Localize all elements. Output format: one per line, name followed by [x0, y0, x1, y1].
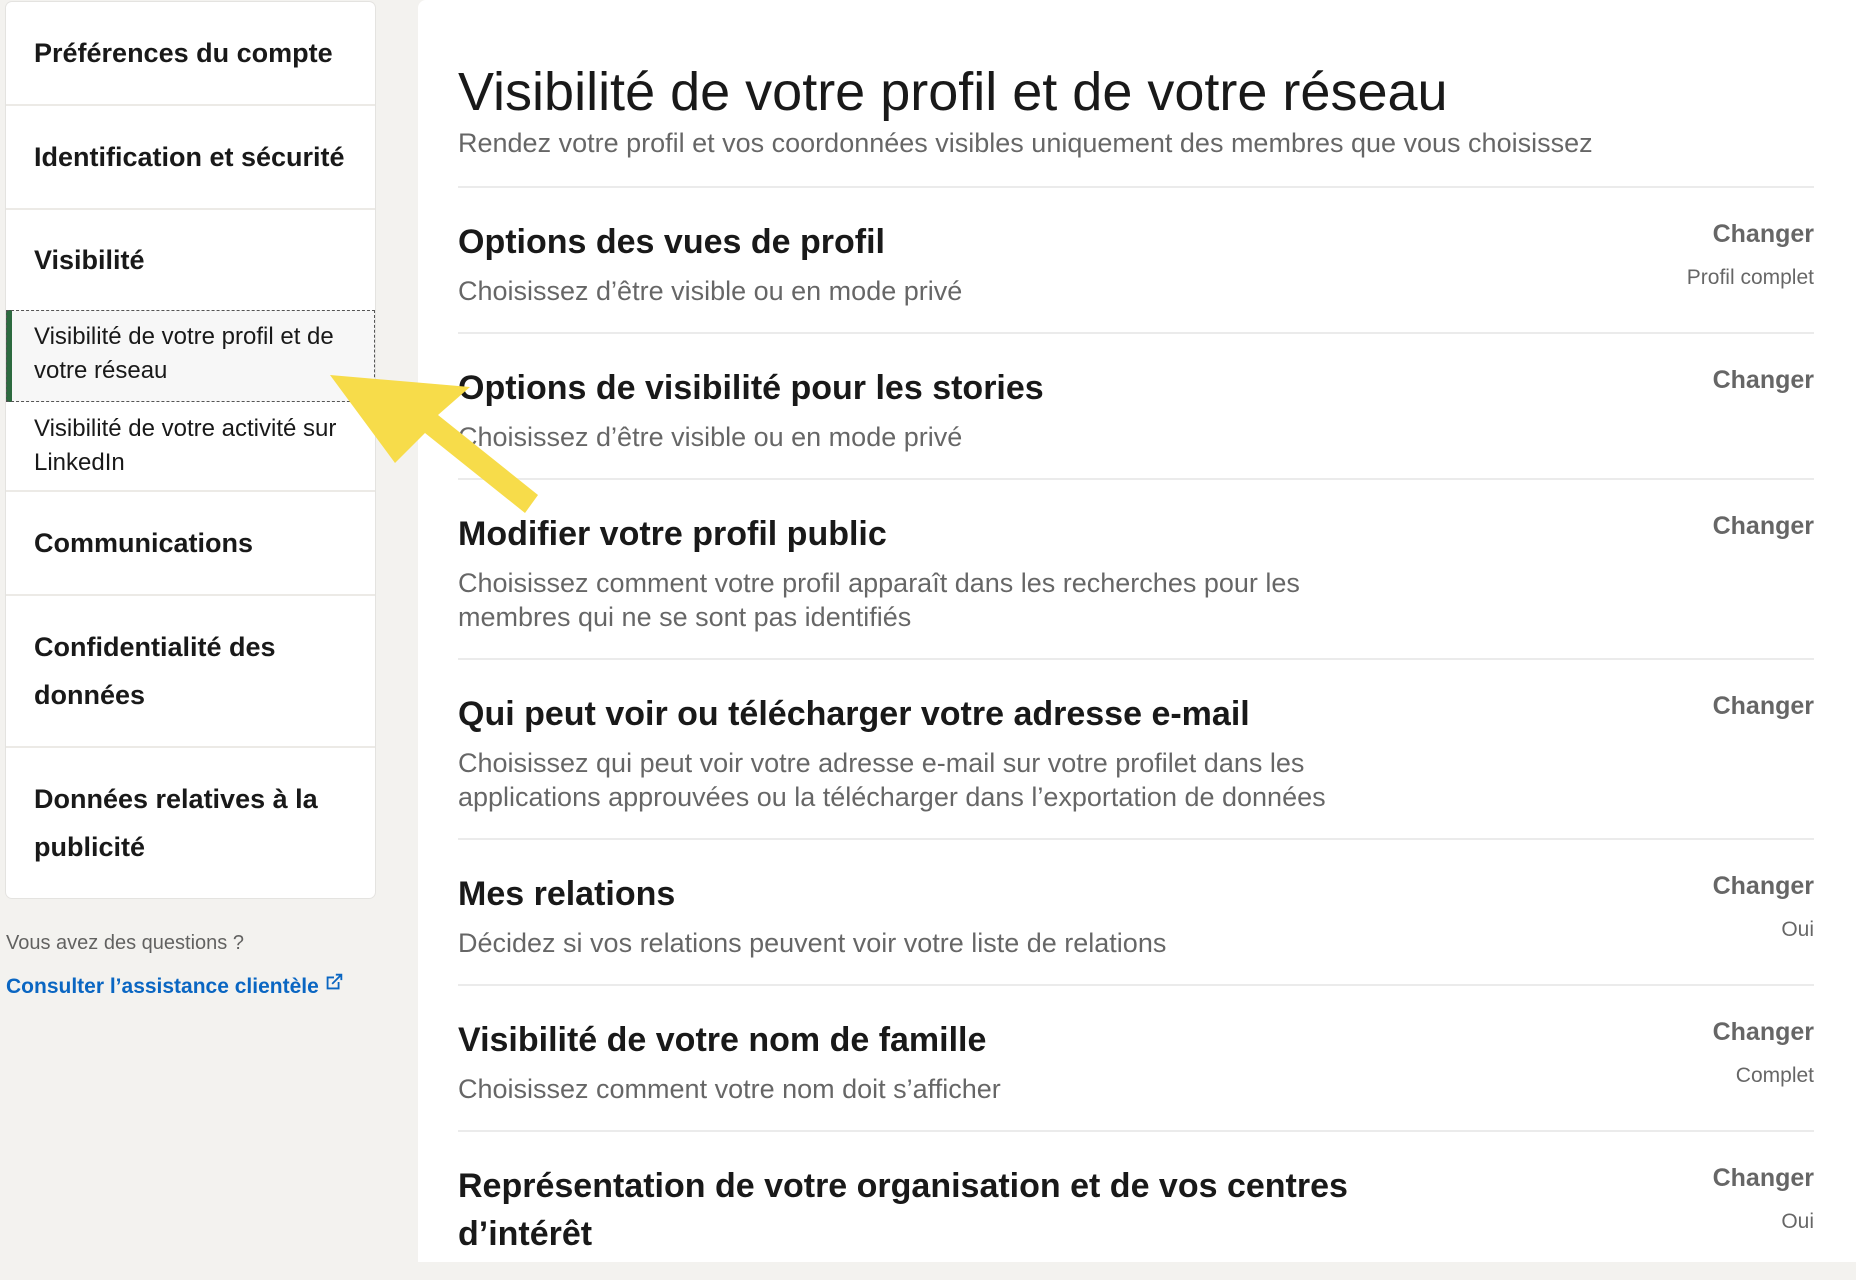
change-button[interactable]: Changer: [1713, 1018, 1814, 1047]
sidebar-item-label: Identification et sécurité: [34, 142, 345, 172]
page-title: Visibilité de votre profil et de votre r…: [458, 62, 1448, 122]
sidebar-item-label: Communications: [34, 528, 254, 558]
change-button[interactable]: Changer: [1713, 692, 1814, 721]
help-center-link[interactable]: Consulter l’assistance clientèle: [6, 973, 345, 999]
option-description: Décidez si vos relations peuvent voir vo…: [458, 928, 1167, 958]
sidebar-item-visibility[interactable]: Visibilité: [6, 210, 375, 310]
option-description: Choisissez qui peut voir votre adresse e…: [458, 748, 1326, 812]
option-stories-visibility[interactable]: Options de visibilité pour les stories C…: [458, 332, 1814, 478]
option-title: Qui peut voir ou télécharger votre adres…: [458, 695, 1250, 733]
sidebar-item-account-preferences[interactable]: Préférences du compte: [6, 2, 375, 106]
sidebar-item-label: Confidentialité des données: [34, 632, 276, 710]
settings-main-panel: Visibilité de votre profil et de votre r…: [418, 0, 1856, 1262]
option-description: Choisissez d’être visible ou en mode pri…: [458, 276, 963, 306]
option-description: Choisissez comment votre profil apparaît…: [458, 568, 1300, 632]
sidebar-subitem-label: Visibilité de votre activité sur LinkedI…: [34, 415, 337, 476]
sidebar-item-label: Préférences du compte: [34, 38, 333, 68]
change-button[interactable]: Changer: [1713, 872, 1814, 901]
option-profile-viewing[interactable]: Options des vues de profil Choisissez d’…: [458, 186, 1814, 332]
option-current-value: Profil complet: [1686, 266, 1814, 289]
option-connections[interactable]: Mes relations Décidez si vos relations p…: [458, 838, 1814, 984]
change-button[interactable]: Changer: [1713, 1164, 1814, 1193]
option-current-value: Complet: [1735, 1064, 1814, 1087]
sidebar-item-advertising-data[interactable]: Données relatives à la publicité: [6, 748, 375, 898]
help-question: Vous avez des questions ?: [6, 932, 244, 954]
option-description: Choisissez comment votre nom doit s’affi…: [458, 1074, 1001, 1104]
page-subtitle: Rendez votre profil et vos coordonnées v…: [458, 128, 1593, 158]
sidebar-subitem-label: Visibilité de votre profil et de votre r…: [34, 323, 334, 384]
option-email-visibility[interactable]: Qui peut voir ou télécharger votre adres…: [458, 658, 1814, 838]
help-center-link-label: Consulter l’assistance clientèle: [6, 975, 319, 998]
option-current-value: Oui: [1781, 918, 1814, 941]
annotation-arrow-icon: [330, 375, 538, 513]
option-title: Représentation de votre organisation et …: [458, 1167, 1348, 1253]
option-public-profile[interactable]: Modifier votre profil public Choisissez …: [458, 478, 1814, 658]
sidebar-item-data-privacy[interactable]: Confidentialité des données: [6, 596, 375, 748]
option-organization-interests[interactable]: Représentation de votre organisation et …: [458, 1130, 1814, 1280]
sidebar-item-label: Données relatives à la publicité: [34, 784, 318, 862]
change-button[interactable]: Changer: [1713, 220, 1814, 249]
option-title: Mes relations: [458, 875, 676, 913]
options-list: Options des vues de profil Choisissez d’…: [458, 186, 1814, 1280]
external-link-icon: [326, 973, 343, 990]
sidebar-item-label: Visibilité: [34, 245, 145, 275]
sidebar-item-sign-in-security[interactable]: Identification et sécurité: [6, 106, 375, 210]
option-current-value: Oui: [1781, 1210, 1814, 1233]
option-title: Options des vues de profil: [458, 223, 885, 261]
change-button[interactable]: Changer: [1713, 366, 1814, 395]
option-description: Choisissez d’être visible ou en mode pri…: [458, 422, 963, 452]
change-button[interactable]: Changer: [1713, 512, 1814, 541]
option-title: Visibilité de votre nom de famille: [458, 1021, 987, 1059]
option-last-name-visibility[interactable]: Visibilité de votre nom de famille Chois…: [458, 984, 1814, 1130]
